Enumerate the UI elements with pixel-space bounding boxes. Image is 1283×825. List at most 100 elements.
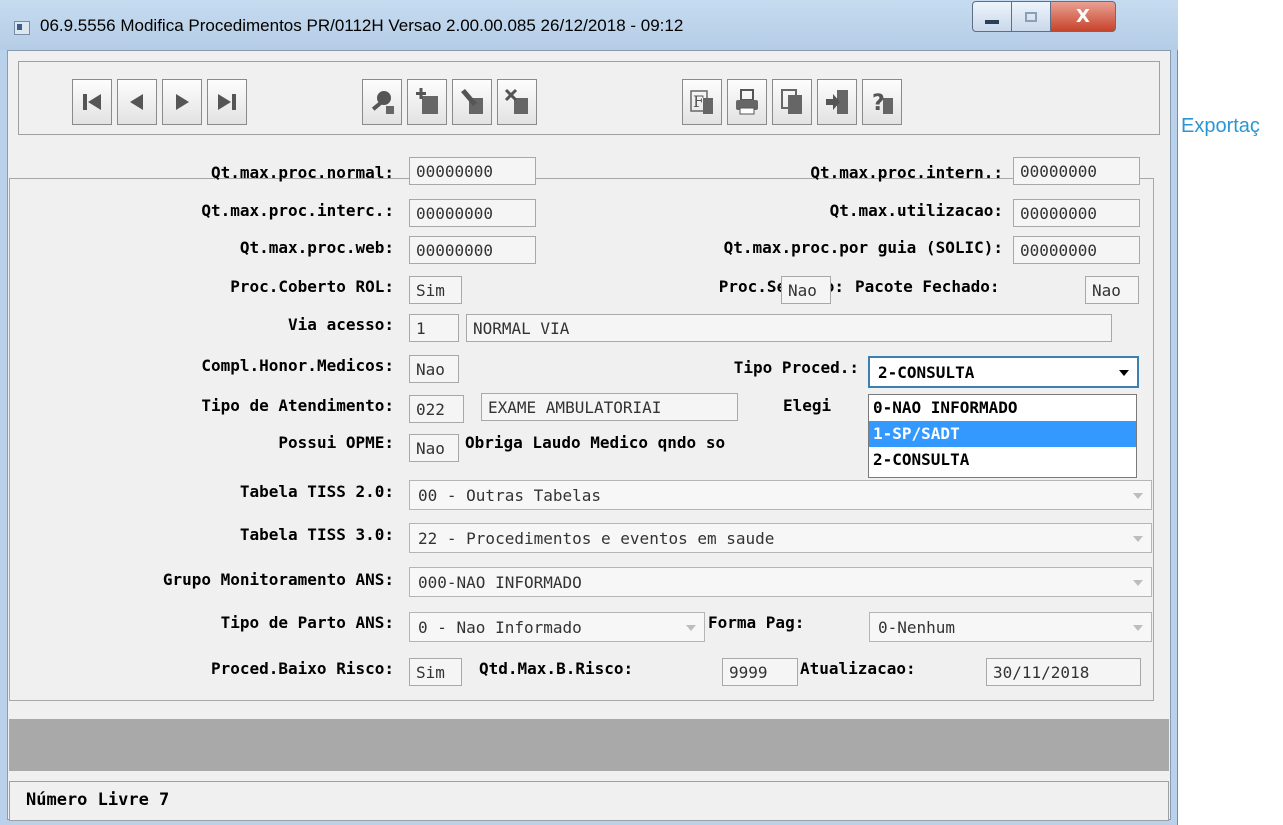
qtd-max-b-risco-field[interactable]: 9999 [722, 658, 798, 686]
qt-max-proc-web-label: Qt.max.proc.web: [239, 238, 394, 257]
maximize-icon [1025, 11, 1037, 22]
possui-opme-field[interactable]: Nao [409, 434, 459, 462]
copy-icon [781, 89, 802, 114]
grupo-monitoramento-value: 000-NAO INFORMADO [418, 573, 582, 592]
delete-icon [504, 88, 528, 114]
add-button[interactable] [407, 79, 447, 125]
delete-button[interactable] [497, 79, 537, 125]
maximize-button[interactable] [1011, 1, 1051, 32]
info-bar [9, 719, 1169, 771]
qt-max-proc-interc-field[interactable]: 00000000 [409, 199, 536, 227]
chevron-down-icon[interactable] [1119, 370, 1129, 376]
last-icon [218, 94, 236, 110]
prev-icon [130, 94, 143, 110]
prev-record-button[interactable] [117, 79, 157, 125]
window-title: 06.9.5556 Modifica Procedimentos PR/0112… [40, 16, 684, 35]
tipo-parto-select[interactable]: 0 - Nao Informado [409, 612, 705, 642]
svg-text:F: F [693, 92, 704, 111]
pacote-fechado-field[interactable]: Nao [1085, 276, 1139, 304]
via-acesso-code-field[interactable]: 1 [409, 314, 459, 342]
compl-honor-medicos-field[interactable]: Nao [409, 355, 459, 383]
copy-button[interactable] [772, 79, 812, 125]
print-icon [736, 89, 758, 115]
tabela-tiss-30-label: Tabela TISS 3.0: [239, 525, 394, 544]
chevron-down-icon[interactable] [1133, 536, 1143, 542]
help-icon: ? [872, 91, 893, 116]
grupo-monitoramento-select[interactable]: 000-NAO INFORMADO [409, 567, 1152, 597]
next-icon [176, 94, 189, 110]
chevron-down-icon[interactable] [686, 625, 696, 631]
atualizacao-field[interactable]: 30/11/2018 [986, 658, 1141, 686]
qt-max-utilizacao-label: Qt.max.utilizacao: [829, 201, 1003, 220]
minimize-button[interactable] [972, 1, 1012, 32]
tipo-proced-dropdown[interactable]: 0-NAO INFORMADO 1-SP/SADT 2-CONSULTA [868, 394, 1137, 478]
title-bar[interactable]: 06.9.5556 Modifica Procedimentos PR/0112… [0, 0, 1178, 50]
tipo-proced-select[interactable]: 2-CONSULTA [868, 356, 1139, 388]
dropdown-option[interactable]: 0-NAO INFORMADO [869, 395, 1136, 421]
qt-max-proc-interc-label: Qt.max.proc.interc.: [201, 201, 394, 220]
first-icon [83, 94, 101, 110]
qtd-max-b-risco-label: Qtd.Max.B.Risco: [479, 659, 634, 678]
add-icon [416, 88, 438, 114]
via-acesso-label: Via acesso: [288, 315, 394, 334]
obriga-laudo-label: Obriga Laudo Medico qndo so [465, 433, 726, 452]
last-record-button[interactable] [207, 79, 247, 125]
search-button[interactable] [362, 79, 402, 125]
compl-honor-medicos-label: Compl.Honor.Medicos: [201, 356, 394, 375]
search-icon [371, 91, 394, 114]
help-button[interactable]: ? [862, 79, 902, 125]
filter-icon: F [690, 90, 713, 114]
forma-pag-label: Forma Pag: [708, 613, 805, 632]
tipo-proced-label: Tipo Proced.: [733, 358, 859, 377]
tabela-tiss-30-value: 22 - Procedimentos e eventos em saude [418, 529, 775, 548]
toolbar: F ? [18, 61, 1160, 135]
tipo-proced-value: 2-CONSULTA [878, 363, 975, 382]
possui-opme-label: Possui OPME: [278, 433, 394, 452]
dropdown-option[interactable]: 2-CONSULTA [869, 447, 1136, 473]
chevron-down-icon[interactable] [1133, 493, 1143, 499]
status-text: Número Livre 7 [26, 790, 170, 810]
chevron-down-icon[interactable] [1133, 580, 1143, 586]
qt-max-proc-por-guia-field[interactable]: 00000000 [1013, 236, 1140, 264]
next-record-button[interactable] [162, 79, 202, 125]
first-record-button[interactable] [72, 79, 112, 125]
close-button[interactable]: X [1050, 1, 1116, 32]
edit-button[interactable] [452, 79, 492, 125]
proced-baixo-risco-field[interactable]: Sim [409, 658, 462, 686]
forma-pag-select[interactable]: 0-Nenhum [869, 612, 1152, 642]
chevron-down-icon[interactable] [1133, 625, 1143, 631]
tipo-parto-value: 0 - Nao Informado [418, 618, 582, 637]
tipo-parto-label: Tipo de Parto ANS: [220, 613, 394, 632]
dropdown-option-highlighted[interactable]: 1-SP/SADT [869, 421, 1136, 447]
tipo-atendimento-desc-field: EXAME AMBULATORIAI [481, 393, 738, 421]
proced-baixo-risco-label: Proced.Baixo Risco: [210, 659, 394, 678]
close-icon: X [1076, 6, 1090, 27]
qt-max-utilizacao-field[interactable]: 00000000 [1013, 199, 1140, 227]
proc-coberto-rol-label: Proc.Coberto ROL: [230, 277, 394, 296]
qt-max-proc-intern-field[interactable]: 00000000 [1013, 157, 1140, 185]
qt-max-proc-normal-label: Qt.max.proc.normal: [210, 163, 394, 182]
svg-text:?: ? [872, 91, 885, 116]
tipo-atendimento-label: Tipo de Atendimento: [201, 396, 394, 415]
forma-pag-value: 0-Nenhum [878, 618, 956, 637]
exit-button[interactable] [817, 79, 857, 125]
app-icon[interactable] [14, 21, 30, 35]
qt-max-proc-normal-field[interactable]: 00000000 [409, 157, 536, 185]
proc-coberto-rol-field[interactable]: Sim [409, 276, 462, 304]
qt-max-proc-por-guia-label: Qt.max.proc.por guia (SOLIC): [723, 238, 1003, 257]
edit-icon [461, 89, 483, 114]
tabela-tiss-20-value: 00 - Outras Tabelas [418, 486, 602, 505]
tabela-tiss-30-select[interactable]: 22 - Procedimentos e eventos em saude [409, 523, 1152, 553]
tabela-tiss-20-select[interactable]: 00 - Outras Tabelas [409, 480, 1152, 510]
qt-max-proc-intern-label: Qt.max.proc.intern.: [810, 163, 1003, 182]
exportacao-link[interactable]: Exportaç [1181, 115, 1260, 138]
atualizacao-label: Atualizacao: [800, 659, 916, 678]
tipo-atendimento-code-field[interactable]: 022 [409, 395, 464, 423]
print-button[interactable] [727, 79, 767, 125]
proc-seriado-field[interactable]: Nao [781, 276, 831, 304]
minimize-icon [985, 19, 999, 24]
elegi-label: Elegi [783, 396, 832, 415]
filter-button[interactable]: F [682, 79, 722, 125]
qt-max-proc-web-field[interactable]: 00000000 [409, 236, 536, 264]
exit-icon [826, 90, 848, 114]
